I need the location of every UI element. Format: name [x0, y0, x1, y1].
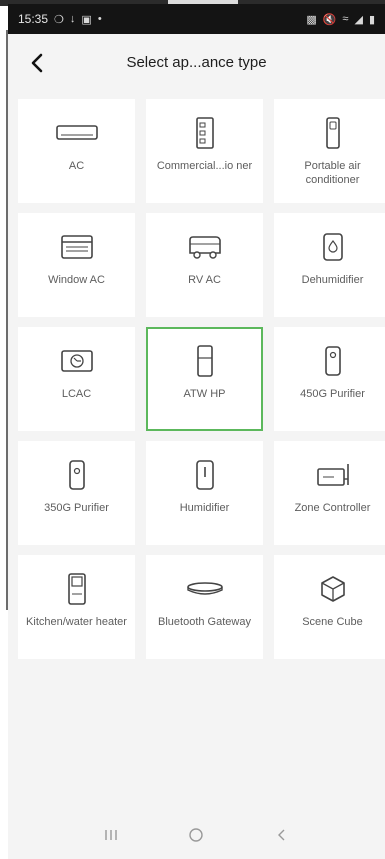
recent-apps-icon: [105, 830, 117, 840]
tile-commercial-ac[interactable]: Commercial...io ner: [146, 99, 263, 203]
appliance-grid: AC Commercial...io ner Portable air cond…: [18, 99, 385, 659]
tile-350g-purifier[interactable]: 350G Purifier: [18, 441, 135, 545]
tile-atw-hp[interactable]: ATW HP: [146, 327, 263, 431]
status-right: ▩ 🔇 ≈ ◢ ▮: [306, 13, 375, 26]
tile-rv-ac[interactable]: RV AC: [146, 213, 263, 317]
scene-cube-icon: [311, 571, 355, 607]
notification-icon: ❍: [54, 13, 64, 26]
home-icon: [189, 828, 204, 842]
gallery-icon: ▣: [81, 13, 92, 26]
phone-edge: [6, 30, 8, 610]
tile-label: 450G Purifier: [300, 388, 365, 400]
app-bar: Select ap...ance type: [8, 34, 385, 92]
humidifier-icon: [183, 457, 227, 493]
download-icon: ↓: [69, 13, 76, 25]
phone-screen: 15:35 ❍ ↓ ▣ • ▩ 🔇 ≈ ◢ ▮ Select ap...ance…: [8, 4, 385, 859]
small-purifier-icon: [55, 457, 99, 493]
tile-label: 350G Purifier: [44, 502, 109, 514]
tile-scene-cube[interactable]: Scene Cube: [274, 555, 385, 659]
tile-water-heater[interactable]: Kitchen/water heater: [18, 555, 135, 659]
battery-icon: ▮: [368, 13, 375, 26]
heat-pump-icon: [183, 343, 227, 379]
nav-back-icon: [278, 829, 285, 841]
water-heater-icon: [55, 571, 99, 607]
wifi-icon: ≈: [342, 13, 349, 25]
commercial-ac-icon: [183, 115, 227, 151]
dot-icon: •: [97, 13, 102, 25]
purifier-icon: [311, 343, 355, 379]
mute-icon: 🔇: [322, 13, 337, 26]
nav-back-button[interactable]: [262, 815, 302, 855]
tile-ac[interactable]: AC: [18, 99, 135, 203]
tile-zone-controller[interactable]: Zone Controller: [274, 441, 385, 545]
tile-dehumidifier[interactable]: Dehumidifier: [274, 213, 385, 317]
lcac-icon: [55, 343, 99, 379]
tile-portable-ac[interactable]: Portable air conditioner: [274, 99, 385, 203]
status-bar: 15:35 ❍ ↓ ▣ • ▩ 🔇 ≈ ◢ ▮: [8, 4, 385, 34]
tile-label: Portable air conditioner: [304, 160, 361, 186]
dehumidifier-icon: [311, 229, 355, 265]
ac-unit-icon: [55, 115, 99, 151]
tile-label: Humidifier: [179, 502, 230, 514]
tile-label: Kitchen/water heater: [26, 616, 127, 628]
recent-apps-button[interactable]: [91, 815, 131, 855]
tile-bluetooth-gateway[interactable]: Bluetooth Gateway: [146, 555, 263, 659]
tile-label: Window AC: [48, 274, 105, 286]
rv-ac-icon: [183, 229, 227, 265]
tile-label: RV AC: [188, 274, 221, 286]
tile-lcac[interactable]: LCAC: [18, 327, 135, 431]
zone-controller-icon: [311, 457, 355, 493]
tile-label: Scene Cube: [302, 616, 363, 628]
tile-label: Dehumidifier: [301, 274, 364, 286]
tile-label: AC: [68, 160, 85, 172]
window-ac-icon: [55, 229, 99, 265]
tile-humidifier[interactable]: Humidifier: [146, 441, 263, 545]
status-time: 15:35: [18, 12, 49, 26]
tile-label: Commercial...io ner: [156, 160, 253, 172]
tile-label: ATW HP: [183, 388, 226, 400]
tile-450g-purifier[interactable]: 450G Purifier: [274, 327, 385, 431]
status-left: 15:35 ❍ ↓ ▣ •: [18, 12, 102, 26]
tile-window-ac[interactable]: Window AC: [18, 213, 135, 317]
tile-label: LCAC: [61, 388, 92, 400]
portable-ac-icon: [311, 115, 355, 151]
bluetooth-gateway-icon: [183, 571, 227, 607]
tile-label: Zone Controller: [294, 502, 371, 514]
signal-icon: ◢: [354, 13, 363, 26]
home-button[interactable]: [176, 815, 216, 855]
page-title: Select ap...ance type: [126, 54, 267, 71]
tile-label: Bluetooth Gateway: [158, 616, 251, 628]
system-nav-bar: [8, 811, 385, 859]
nfc-icon: ▩: [306, 13, 317, 26]
